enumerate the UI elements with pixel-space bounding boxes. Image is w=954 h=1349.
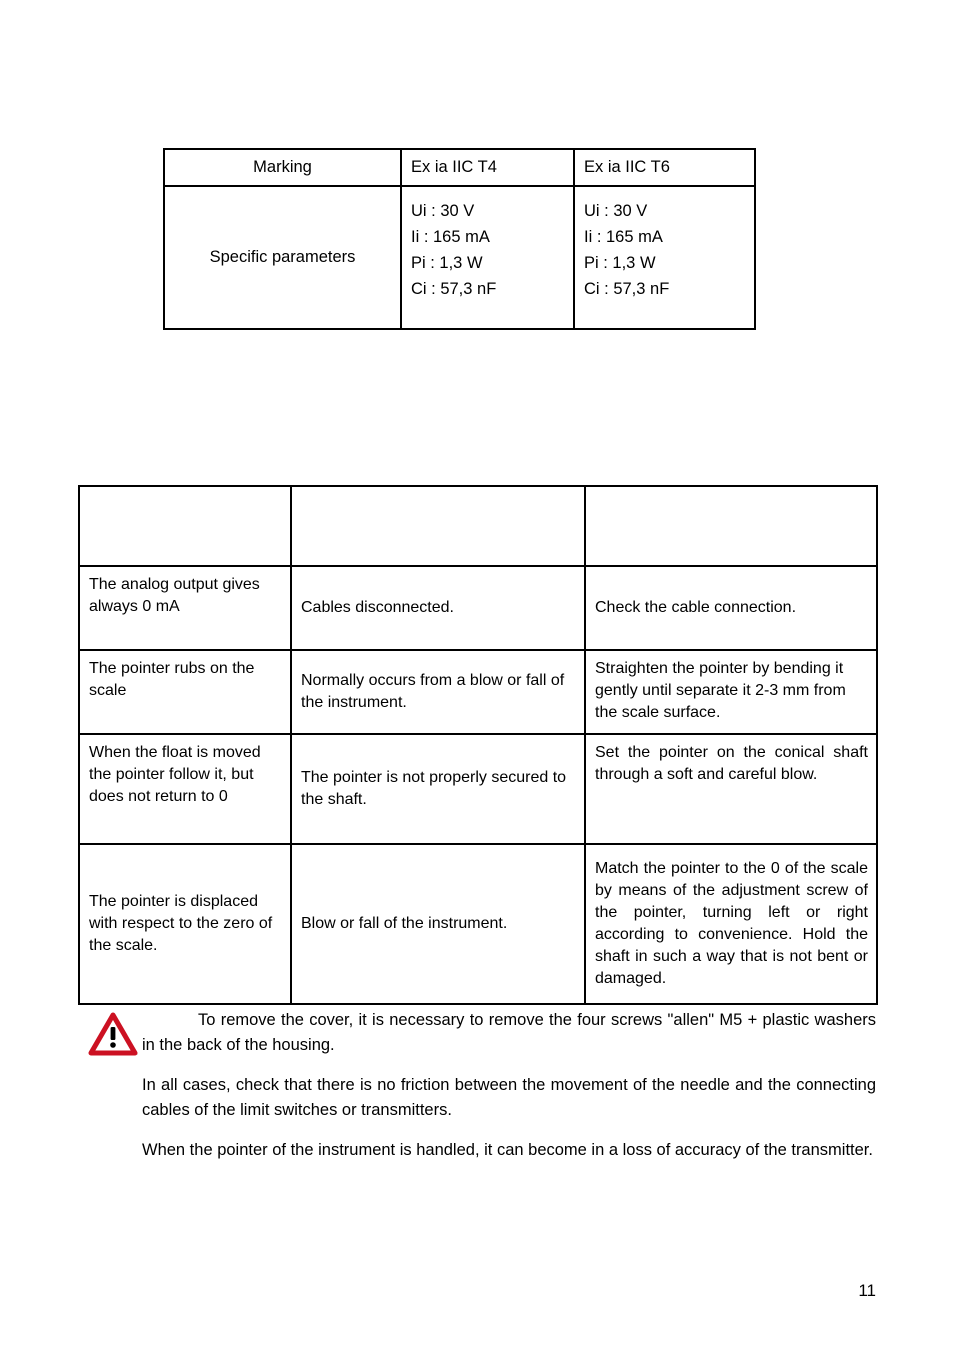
table-header-row — [78, 485, 878, 567]
cause-cell: Normally occurs from a blow or fall of t… — [290, 649, 586, 735]
warning-triangle-icon — [88, 1012, 138, 1056]
parameter-line: Ii : 165 mA — [411, 228, 490, 246]
cause-cell: Blow or fall of the instrument. — [290, 843, 586, 1005]
solution-cell: Set the pointer on the conical shaft thr… — [584, 733, 878, 845]
parameter-line: Ui : 30 V — [584, 202, 648, 220]
document-page: Marking Ex ia IIC T4 Ex ia IIC T6 Specif… — [0, 0, 954, 1349]
specific-parameters-label: Specific parameters — [163, 185, 402, 330]
marking-table: Marking Ex ia IIC T4 Ex ia IIC T6 Specif… — [163, 148, 756, 330]
note-paragraph: To remove the cover, it is necessary to … — [142, 1011, 876, 1054]
trouble-header-solution — [584, 485, 878, 567]
symptom-cell: When the float is moved the pointer foll… — [78, 733, 292, 845]
parameter-line: Pi : 1,3 W — [584, 254, 656, 272]
table-row: The pointer is displaced with respect to… — [78, 843, 878, 1005]
cause-cell: The pointer is not properly secured to t… — [290, 733, 586, 845]
cause-cell: Cables disconnected. — [290, 565, 586, 651]
t6-parameters: Ui : 30 V Ii : 165 mA Pi : 1,3 W Ci : 57… — [573, 185, 756, 330]
symptom-cell: The analog output gives always 0 mA — [78, 565, 292, 651]
parameter-line: Pi : 1,3 W — [411, 254, 483, 272]
parameter-line: Ui : 30 V — [411, 202, 475, 220]
trouble-header-cause — [290, 485, 586, 567]
notes-block: To remove the cover, it is necessary to … — [142, 1008, 876, 1163]
page-number: 11 — [858, 1281, 876, 1300]
solution-cell: Check the cable connection. — [584, 565, 878, 651]
symptom-cell: The pointer is displaced with respect to… — [78, 843, 292, 1005]
t4-parameters: Ui : 30 V Ii : 165 mA Pi : 1,3 W Ci : 57… — [400, 185, 575, 330]
parameter-line: Ci : 57,3 nF — [584, 280, 670, 298]
marking-header-label: Marking — [163, 148, 402, 187]
table-row: The analog output gives always 0 mA Cabl… — [78, 565, 878, 651]
marking-header-t4: Ex ia IIC T4 — [400, 148, 575, 187]
parameter-line: Ii : 165 mA — [584, 228, 663, 246]
table-row: Specific parameters Ui : 30 V Ii : 165 m… — [163, 185, 756, 330]
trouble-header-symptom — [78, 485, 292, 567]
marking-header-t6: Ex ia IIC T6 — [573, 148, 756, 187]
symptom-cell: The pointer rubs on the scale — [78, 649, 292, 735]
parameter-line: Ci : 57,3 nF — [411, 280, 497, 298]
note-paragraph: When the pointer of the instrument is ha… — [142, 1141, 873, 1159]
table-row: When the float is moved the pointer foll… — [78, 733, 878, 845]
solution-cell: Straighten the pointer by bending it gen… — [584, 649, 878, 735]
solution-cell: Match the pointer to the 0 of the scale … — [584, 843, 878, 1005]
troubleshooting-table: The analog output gives always 0 mA Cabl… — [78, 485, 878, 1005]
note-paragraph: In all cases, check that there is no fri… — [142, 1076, 876, 1119]
table-row: Marking Ex ia IIC T4 Ex ia IIC T6 — [163, 148, 756, 187]
table-row: The pointer rubs on the scale Normally o… — [78, 649, 878, 735]
